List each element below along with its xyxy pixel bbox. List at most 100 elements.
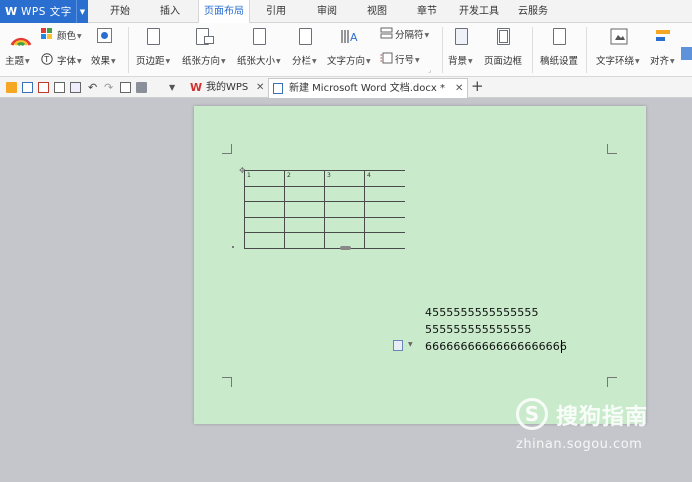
table-cell[interactable]	[284, 216, 325, 233]
text-line[interactable]: 4555555555555555	[425, 306, 539, 319]
table-cell[interactable]	[324, 185, 365, 202]
theme-rainbow-icon	[10, 37, 32, 46]
close-icon[interactable]: ✕	[256, 78, 264, 97]
align-icon	[656, 30, 670, 41]
text-line[interactable]: 555555555555555	[425, 323, 531, 336]
tab-insert[interactable]: 插入	[156, 0, 184, 23]
columns-button[interactable]: 分栏▼	[292, 53, 317, 67]
document-icon	[273, 83, 283, 94]
table-cell[interactable]	[364, 216, 405, 233]
redo-icon[interactable]: ↷	[104, 82, 115, 93]
close-icon[interactable]: ✕	[455, 79, 463, 98]
table-resize-handle-icon[interactable]	[340, 246, 351, 250]
find-icon[interactable]	[70, 82, 81, 93]
text-wrap-button[interactable]: 文字环绕▼	[596, 53, 640, 67]
table-cell[interactable]: 1	[244, 170, 285, 187]
align-label: 对齐	[650, 56, 670, 67]
text-direction-button[interactable]: 文字方向▼	[327, 53, 371, 67]
wps-logo-icon: W	[5, 4, 18, 18]
text-line[interactable]: 66666666666666666666	[425, 340, 567, 353]
chevron-down-icon[interactable]: ▼	[408, 341, 413, 348]
margins-button[interactable]: 页边距▼	[136, 53, 170, 67]
table-cell[interactable]: 3	[324, 170, 365, 187]
breaks-button[interactable]: 分隔符▼	[395, 27, 429, 41]
text-cursor	[561, 340, 562, 353]
line-numbers-button[interactable]: 行号▼	[395, 52, 420, 66]
color-button[interactable]: 颜色▼	[57, 28, 82, 42]
print-icon[interactable]	[136, 82, 147, 93]
background-label: 背景	[448, 56, 468, 67]
table-cell[interactable]	[244, 185, 285, 202]
table-cell[interactable]: 4	[364, 170, 405, 187]
table-row	[244, 232, 405, 249]
paper-size-button[interactable]: 纸张大小▼	[237, 53, 281, 67]
page-border-button[interactable]: 页面边框	[484, 53, 522, 67]
save-icon[interactable]	[22, 82, 33, 93]
print-preview-icon[interactable]	[54, 82, 65, 93]
document-table[interactable]: 1 2 3 4	[244, 170, 405, 249]
manuscript-icon	[553, 28, 566, 45]
tab-chapter[interactable]: 章节	[413, 0, 441, 23]
table-cell[interactable]	[324, 201, 365, 218]
breaks-label: 分隔符	[395, 30, 424, 41]
export-pdf-icon[interactable]	[38, 82, 49, 93]
background-button[interactable]: 背景▼	[448, 53, 473, 67]
theme-button[interactable]: 主题▼	[5, 53, 30, 67]
table-cell[interactable]	[284, 201, 325, 218]
effect-button[interactable]: 效果▼	[91, 53, 116, 67]
table-row	[244, 216, 405, 233]
table-cell[interactable]	[284, 232, 325, 249]
tab-review[interactable]: 审阅	[313, 0, 341, 23]
margins-icon	[147, 28, 160, 45]
table-cell[interactable]	[364, 201, 405, 218]
color-grid-icon	[41, 28, 52, 39]
chevron-down-icon[interactable]: ▼	[76, 0, 88, 23]
text-direction-icon: A	[341, 30, 358, 44]
table-cell[interactable]	[364, 185, 405, 202]
ribbon-divider	[442, 27, 443, 73]
tab-view[interactable]: 视图	[363, 0, 391, 23]
margins-label: 页边距	[136, 56, 165, 67]
app-menu-button[interactable]: W WPS 文字 ▼	[0, 0, 88, 23]
undo-icon[interactable]: ↶	[88, 82, 99, 93]
columns-icon	[299, 28, 312, 45]
table-cell[interactable]	[244, 216, 285, 233]
document-page[interactable]: ✥ 1 2 3 4 ▼ 4555555555555555 55555555555…	[194, 106, 646, 424]
open-folder-icon[interactable]	[6, 82, 17, 93]
table-cell[interactable]	[244, 201, 285, 218]
new-document-icon[interactable]	[120, 82, 131, 93]
crop-mark	[222, 144, 232, 154]
crop-mark	[607, 144, 617, 154]
tab-cloud[interactable]: 云服务	[515, 0, 551, 23]
table-cell[interactable]	[364, 232, 405, 249]
table-row	[244, 201, 405, 218]
table-cell[interactable]	[324, 216, 365, 233]
watermark-url: zhinan.sogou.com	[516, 437, 643, 452]
paste-options-icon[interactable]	[393, 340, 403, 351]
page-border-label: 页面边框	[484, 56, 523, 67]
doc-tab-current-document[interactable]: 新建 Microsoft Word 文档.docx * ✕	[268, 78, 468, 98]
dialog-launcher-icon[interactable]: ⌟	[428, 67, 431, 74]
manuscript-button[interactable]: 稿纸设置	[540, 53, 578, 67]
tab-references[interactable]: 引用	[262, 0, 290, 23]
table-cell[interactable]	[244, 232, 285, 249]
columns-label: 分栏	[292, 56, 312, 67]
ribbon-overflow-icon[interactable]	[681, 47, 692, 60]
orientation-button[interactable]: 纸张方向▼	[182, 53, 226, 67]
font-button[interactable]: 字体▼	[57, 53, 82, 67]
doc-tab-my-wps[interactable]: W 我的WPS ✕	[186, 78, 268, 98]
align-button[interactable]: 对齐▼	[650, 53, 675, 67]
table-cell[interactable]	[284, 185, 325, 202]
orientation-label: 纸张方向	[182, 56, 221, 67]
new-tab-icon[interactable]: +	[471, 78, 484, 95]
table-row	[244, 185, 405, 202]
quick-access-toolbar: ↶ ↷ ▼ W 我的WPS ✕ 新建 Microsoft Word 文档.doc…	[0, 77, 692, 98]
doc-tab-label: 我的WPS	[206, 82, 249, 93]
tab-developer[interactable]: 开发工具	[456, 0, 502, 23]
quickbar-more-icon[interactable]: ▼	[169, 82, 180, 93]
tab-start[interactable]: 开始	[106, 0, 134, 23]
page-border-icon	[497, 28, 510, 45]
tab-page-layout[interactable]: 页面布局	[198, 0, 250, 24]
table-cell[interactable]: 2	[284, 170, 325, 187]
effect-icon	[97, 28, 112, 43]
